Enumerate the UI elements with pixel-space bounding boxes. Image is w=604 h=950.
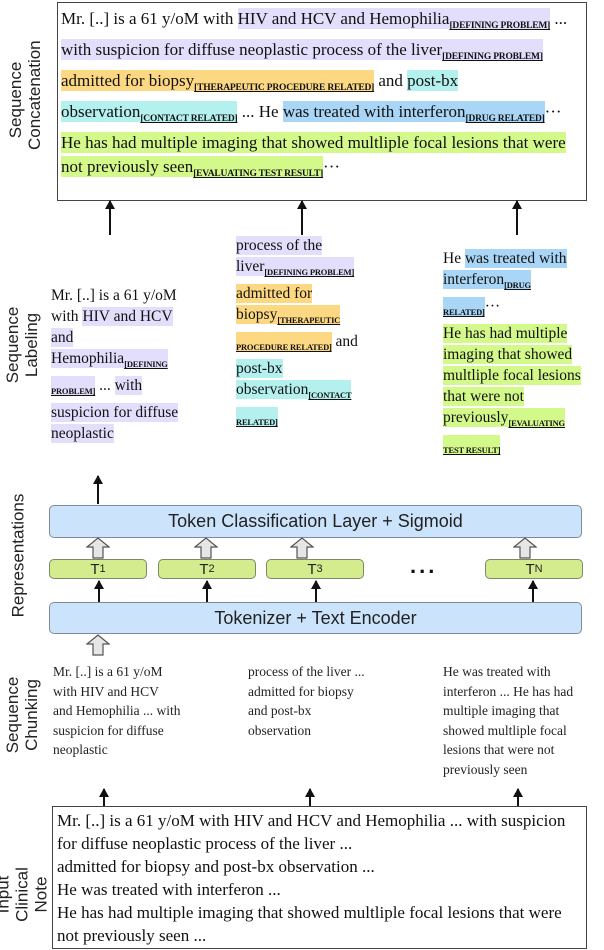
token-ellipsis: ... [410, 553, 438, 578]
plain-text: Mr. [..] is a 61 y/oM with [61, 9, 238, 28]
entity-label: [THERAPEUTIC PROCEDURE RELATED] [236, 315, 341, 352]
highlighted-entity: was treated with interferon[DRUG RELATED… [282, 101, 545, 124]
entity-label: [CONTACT RELATED] [140, 114, 238, 124]
arrow-up-icon [305, 788, 314, 806]
entity-label: [DRUG RELATED] [465, 114, 545, 124]
chunk-3: He was treated with interferon ... He ha… [443, 664, 574, 777]
arrow-up-icon [311, 580, 320, 602]
labeled-chunk-1: Mr. [..] is a 61 y/oM with HIV and HCV a… [51, 285, 186, 444]
hollow-arrow-up-icon [86, 537, 110, 559]
plain-text: ··· [323, 157, 341, 176]
side-label-input: Input Clinical Note [0, 867, 51, 922]
plain-text: and [374, 71, 408, 90]
side-label-labeling: Sequence Labeling [3, 306, 41, 384]
chunk-1: Mr. [..] is a 61 y/oM with HIV and HCV a… [53, 664, 181, 757]
token-embedding-3: T3 [266, 559, 364, 579]
token-embedding-n: TN [485, 559, 583, 579]
tokenizer-text-encoder: Tokenizer + Text Encoder [49, 602, 582, 634]
plain-text: ··· [484, 298, 501, 315]
arrow-up-icon [105, 200, 114, 235]
token-embedding-2: T2 [158, 559, 256, 579]
concatenated-text: Mr. [..] is a 61 y/oM with HIV and HCV a… [61, 7, 583, 186]
chunk-2: process of the liver ... admitted for bi… [248, 664, 365, 738]
arrow-up-icon [513, 788, 522, 806]
highlighted-entity: He has had multiple imaging that showed … [61, 132, 566, 179]
plain-text: He [443, 250, 465, 267]
token-embedding-1: T1 [49, 559, 147, 579]
arrow-up-icon [512, 200, 521, 235]
arrow-up-icon [94, 580, 103, 602]
highlighted-entity: with suspicion for diffuse neoplastic pr… [61, 39, 543, 62]
arrow-up-icon [202, 580, 211, 602]
input-clinical-note-box: Mr. [..] is a 61 y/oM with HIV and HCV a… [52, 806, 587, 949]
side-label-concatenation: Sequence Concatenation [6, 40, 44, 150]
pipeline-diagram: Sequence Concatenation Sequence Labeling… [0, 0, 604, 950]
entity-label: [CONTACT RELATED] [236, 390, 352, 427]
entity-label: [THERAPEUTIC PROCEDURE RELATED] [194, 83, 375, 93]
highlighted-entity: HIV and HCV and Hemophilia[DEFINING PROB… [237, 8, 551, 31]
plain-text: ... He [237, 102, 283, 121]
hollow-arrow-up-icon [290, 537, 314, 559]
plain-text: and [331, 333, 358, 350]
highlighted-entity: admitted for biopsy[THERAPEUTIC PROCEDUR… [61, 70, 375, 93]
arrow-up-icon [297, 200, 306, 235]
hollow-arrow-up-icon [86, 634, 110, 656]
note-line: Mr. [..] is a 61 y/oM with HIV and HCV a… [57, 811, 566, 853]
plain-text: ... [550, 9, 568, 28]
labeled-chunk-3: He was treated with interferon[DRUG RELA… [443, 248, 587, 461]
side-label-representations: Representations [8, 493, 28, 618]
arrow-up-icon [93, 475, 102, 504]
token-classification-layer: Token Classification Layer + Sigmoid [49, 505, 582, 538]
arrow-up-icon [99, 788, 108, 806]
labeled-chunk-2: process of the liver[DEFINING PROBLEM] ad… [236, 235, 370, 433]
highlighted-entity: process of the liver[DEFINING PROBLEM] [236, 236, 355, 277]
note-line: admitted for biopsy and post-bx observat… [57, 857, 375, 876]
arrow-up-icon [528, 580, 537, 602]
entity-label: [DEFINING PROBLEM] [442, 52, 543, 62]
plain-text: ··· [544, 102, 562, 121]
entity-label: [EVALUATING TEST RESULT] [443, 418, 565, 455]
note-line: He was treated with interferon ... [57, 880, 281, 899]
highlighted-entity: admitted for biopsy[THERAPEUTIC PROCEDUR… [236, 284, 341, 352]
concatenated-output-box: Mr. [..] is a 61 y/oM with HIV and HCV a… [57, 2, 587, 201]
entity-label: [DEFINING PROBLEM] [264, 267, 355, 277]
side-label-chunking: Sequence Chunking [3, 676, 41, 754]
entity-label: [DEFINING PROBLEM] [449, 21, 551, 31]
hollow-arrow-up-icon [194, 537, 218, 559]
highlighted-entity: He has had multiple imaging that showed … [443, 324, 581, 455]
highlighted-entity: post-bx observation[CONTACT RELATED] [236, 359, 352, 427]
plain-text: ... [95, 377, 115, 394]
entity-label: [EVALUATING TEST RESULT] [193, 169, 324, 179]
hollow-arrow-up-icon [513, 537, 537, 559]
note-line: He has had multiple imaging that showed … [57, 903, 562, 945]
